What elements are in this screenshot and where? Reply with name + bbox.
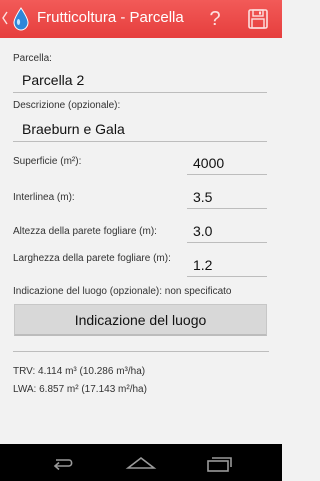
screen-title: Frutticoltura - Parcella (37, 9, 184, 26)
location-status: Indicazione del luogo (opzionale): non s… (13, 286, 232, 297)
lwa-result: LWA: 6.857 m² (17.143 m²/ha) (13, 384, 147, 395)
action-bar: Frutticoltura - Parcella ? (0, 0, 282, 38)
wall-width-label: Larghezza della parete fogliare (m): (13, 253, 171, 264)
back-icon[interactable] (47, 452, 79, 474)
floppy-disk-icon (248, 9, 268, 29)
navigation-bar (0, 444, 282, 481)
home-icon[interactable] (125, 452, 157, 474)
wall-height-label: Altezza della parete fogliare (m): (13, 226, 157, 237)
divider (13, 351, 269, 352)
water-drop-icon[interactable] (12, 7, 30, 31)
save-button[interactable] (246, 7, 270, 31)
wall-width-field[interactable]: 1.2 (187, 253, 267, 277)
help-button[interactable]: ? (204, 5, 226, 33)
parcel-form: Parcella: Parcella 2 Descrizione (opzion… (0, 38, 282, 444)
question-icon: ? (209, 8, 221, 30)
recents-icon[interactable] (203, 452, 235, 474)
area-label: Superficie (m²): (13, 156, 82, 167)
description-label: Descrizione (opzionale): (13, 100, 121, 111)
location-button[interactable]: Indicazione del luogo (14, 304, 267, 336)
parcel-label: Parcella: (13, 53, 52, 64)
trv-result: TRV: 4.114 m³ (10.286 m³/ha) (13, 366, 146, 377)
description-field[interactable]: Braeburn e Gala (13, 116, 267, 142)
wall-height-field[interactable]: 3.0 (187, 219, 267, 243)
parcel-name-field[interactable]: Parcella 2 (13, 67, 267, 93)
row-spacing-field[interactable]: 3.5 (187, 185, 267, 209)
row-spacing-label: Interlinea (m): (13, 192, 75, 203)
area-field[interactable]: 4000 (187, 151, 267, 175)
chevron-left-icon[interactable] (2, 11, 8, 25)
